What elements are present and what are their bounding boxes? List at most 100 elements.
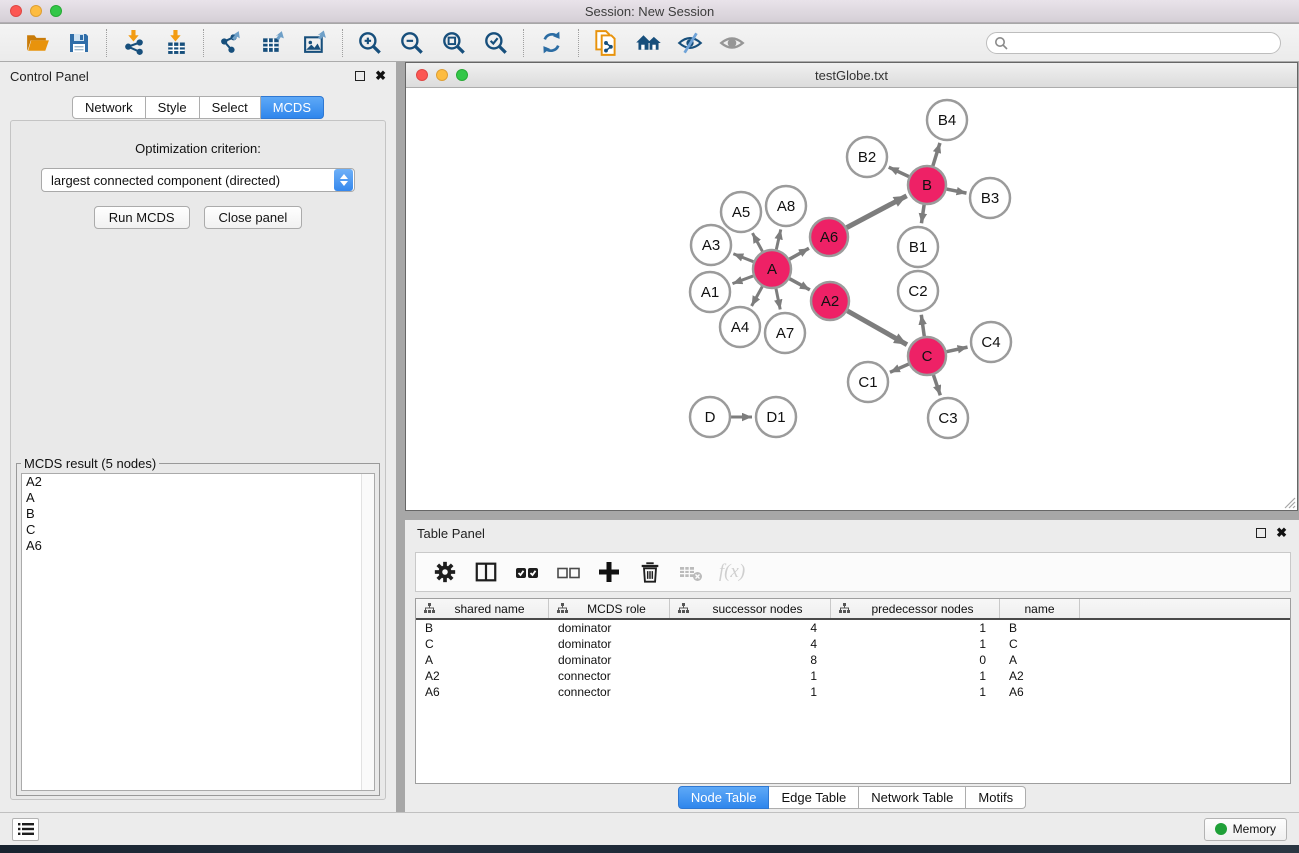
- graph-node-C1[interactable]: C1: [848, 362, 888, 402]
- table-tab-edge-table[interactable]: Edge Table: [769, 786, 859, 809]
- graph-edge[interactable]: [921, 315, 924, 336]
- column-header-predecessor-nodes[interactable]: predecessor nodes: [831, 599, 1000, 618]
- add-column-plus-icon[interactable]: [596, 559, 622, 585]
- graph-node-C4[interactable]: C4: [971, 322, 1011, 362]
- column-header-name[interactable]: name: [1000, 599, 1080, 618]
- table-tab-network-table[interactable]: Network Table: [859, 786, 966, 809]
- table-cell[interactable]: 1: [670, 668, 831, 684]
- zoom-fit-icon[interactable]: [439, 28, 469, 58]
- hide-selected-eye-icon[interactable]: [675, 28, 705, 58]
- graph-node-A4[interactable]: A4: [720, 307, 760, 347]
- graph-node-C3[interactable]: C3: [928, 398, 968, 438]
- graph-edge[interactable]: [752, 233, 762, 251]
- table-row[interactable]: A2connector11A2: [416, 668, 1290, 684]
- graph-edge[interactable]: [921, 205, 924, 223]
- table-cell[interactable]: B: [416, 620, 549, 636]
- search-input[interactable]: [986, 32, 1281, 54]
- table-cell[interactable]: C: [1000, 636, 1080, 652]
- graph-node-A8[interactable]: A8: [766, 186, 806, 226]
- optimization-select[interactable]: largest connected component (directed): [41, 168, 355, 192]
- network-file-icon[interactable]: [591, 28, 621, 58]
- graph-node-B2[interactable]: B2: [847, 137, 887, 177]
- import-table-icon[interactable]: [161, 28, 191, 58]
- table-row[interactable]: Adominator80A: [416, 652, 1290, 668]
- show-column-icon[interactable]: [473, 559, 499, 585]
- table-cell[interactable]: A2: [1000, 668, 1080, 684]
- zoom-in-icon[interactable]: [355, 28, 385, 58]
- mcds-result-item[interactable]: A6: [22, 538, 374, 554]
- network-graph[interactable]: B4B2BB3A8A5A6B1A3AC2A1A2A4A7C4CC1C3DD1: [406, 89, 1297, 510]
- graph-edge[interactable]: [933, 143, 940, 166]
- open-file-icon[interactable]: [22, 28, 52, 58]
- graph-edge[interactable]: [776, 229, 780, 249]
- unselect-all-icon[interactable]: [555, 559, 581, 585]
- table-cell[interactable]: connector: [549, 668, 670, 684]
- tab-mcds[interactable]: MCDS: [261, 96, 324, 119]
- save-session-icon[interactable]: [64, 28, 94, 58]
- table-cell[interactable]: A: [416, 652, 549, 668]
- graph-edge[interactable]: [889, 167, 909, 176]
- graph-edge[interactable]: [847, 196, 907, 228]
- table-cell[interactable]: B: [1000, 620, 1080, 636]
- table-cell[interactable]: dominator: [549, 636, 670, 652]
- home-icon[interactable]: [633, 28, 663, 58]
- graph-node-C2[interactable]: C2: [898, 271, 938, 311]
- import-network-icon[interactable]: [119, 28, 149, 58]
- select-all-icon[interactable]: [514, 559, 540, 585]
- graph-edge[interactable]: [933, 375, 940, 395]
- task-history-button[interactable]: [12, 818, 39, 841]
- graph-edge[interactable]: [733, 276, 754, 284]
- graph-edge[interactable]: [947, 347, 968, 352]
- run-mcds-button[interactable]: Run MCDS: [94, 206, 190, 229]
- delete-column-trash-icon[interactable]: [637, 559, 663, 585]
- graph-edge[interactable]: [947, 189, 967, 193]
- graph-edge[interactable]: [790, 279, 810, 290]
- tab-select[interactable]: Select: [200, 96, 261, 119]
- mcds-result-item[interactable]: A2: [22, 474, 374, 490]
- table-cell[interactable]: 4: [670, 620, 831, 636]
- table-cell[interactable]: A2: [416, 668, 549, 684]
- table-cell[interactable]: 1: [831, 684, 1000, 700]
- zoom-out-icon[interactable]: [397, 28, 427, 58]
- memory-button[interactable]: Memory: [1204, 818, 1287, 841]
- table-cell[interactable]: A: [1000, 652, 1080, 668]
- table-cell[interactable]: 4: [670, 636, 831, 652]
- table-cell[interactable]: 1: [670, 684, 831, 700]
- float-table-panel-icon[interactable]: [1256, 528, 1266, 538]
- table-tab-node-table[interactable]: Node Table: [678, 786, 770, 809]
- graph-edge[interactable]: [890, 364, 909, 372]
- column-header-successor-nodes[interactable]: successor nodes: [670, 599, 831, 618]
- close-panel-button[interactable]: Close panel: [204, 206, 303, 229]
- table-cell[interactable]: dominator: [549, 620, 670, 636]
- table-cell[interactable]: 1: [831, 620, 1000, 636]
- export-image-icon[interactable]: [300, 28, 330, 58]
- close-table-panel-icon[interactable]: ✖: [1276, 528, 1287, 538]
- refresh-icon[interactable]: [536, 28, 566, 58]
- result-scrollbar[interactable]: [361, 474, 374, 790]
- graph-edge[interactable]: [789, 248, 809, 259]
- export-table-icon[interactable]: [258, 28, 288, 58]
- resize-grip-icon[interactable]: [1283, 496, 1296, 509]
- table-cell[interactable]: 1: [831, 636, 1000, 652]
- table-cell[interactable]: A6: [416, 684, 549, 700]
- graph-node-A5[interactable]: A5: [721, 192, 761, 232]
- mcds-result-list[interactable]: A2ABCA6: [21, 473, 375, 791]
- graph-node-A[interactable]: A: [753, 250, 791, 288]
- graph-edge[interactable]: [752, 287, 763, 306]
- graph-node-B3[interactable]: B3: [970, 178, 1010, 218]
- graph-node-B4[interactable]: B4: [927, 100, 967, 140]
- zoom-selected-icon[interactable]: [481, 28, 511, 58]
- graph-node-A2[interactable]: A2: [811, 282, 849, 320]
- graph-node-B1[interactable]: B1: [898, 227, 938, 267]
- table-cell[interactable]: dominator: [549, 652, 670, 668]
- graph-node-A3[interactable]: A3: [691, 225, 731, 265]
- table-cell[interactable]: C: [416, 636, 549, 652]
- table-cell[interactable]: connector: [549, 684, 670, 700]
- column-header-shared-name[interactable]: shared name: [416, 599, 549, 618]
- table-row[interactable]: A6connector11A6: [416, 684, 1290, 700]
- table-cell[interactable]: 8: [670, 652, 831, 668]
- graph-node-B[interactable]: B: [908, 166, 946, 204]
- table-settings-gear-icon[interactable]: [432, 559, 458, 585]
- mcds-result-item[interactable]: B: [22, 506, 374, 522]
- graph-node-C[interactable]: C: [908, 337, 946, 375]
